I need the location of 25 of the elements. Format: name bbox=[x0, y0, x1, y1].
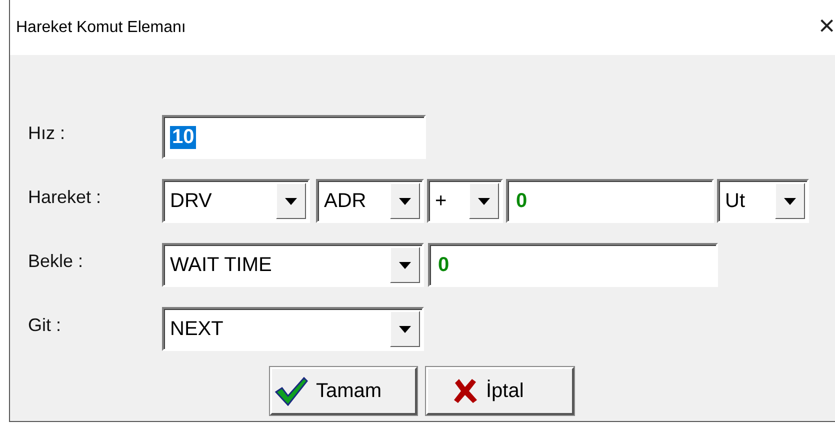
field-label: Hareket : bbox=[28, 186, 102, 208]
input-field[interactable]: 0 bbox=[428, 243, 718, 287]
dropdown-arrow-icon bbox=[285, 198, 297, 204]
ok-button[interactable]: Tamam bbox=[270, 367, 417, 415]
dropdown-arrow-icon bbox=[478, 198, 490, 204]
dropdown[interactable]: Ut bbox=[717, 179, 809, 223]
dropdown[interactable]: DRV bbox=[162, 179, 310, 223]
cancel-button[interactable]: İptal bbox=[426, 367, 574, 415]
x-icon bbox=[452, 378, 478, 404]
close-button[interactable]: × bbox=[818, 12, 835, 44]
window-title: Hareket Komut Elemanı bbox=[16, 18, 186, 36]
dropdown-arrow-icon bbox=[399, 326, 411, 332]
input-field[interactable]: 0 bbox=[506, 179, 714, 223]
field-label: Bekle : bbox=[28, 250, 84, 272]
dropdown-arrow-icon bbox=[784, 198, 796, 204]
dropdown[interactable]: WAIT TIME bbox=[162, 243, 424, 287]
dropdown[interactable]: NEXT bbox=[162, 307, 424, 351]
field-label: Hız : bbox=[28, 122, 66, 144]
dropdown-arrow-icon bbox=[399, 262, 411, 268]
field-label: Git : bbox=[28, 314, 62, 336]
dropdown-arrow-icon bbox=[399, 198, 411, 204]
checkmark-icon bbox=[274, 376, 308, 406]
input-field[interactable]: 10 bbox=[162, 115, 426, 159]
dropdown[interactable]: + bbox=[427, 179, 503, 223]
dropdown[interactable]: ADR bbox=[316, 179, 424, 223]
